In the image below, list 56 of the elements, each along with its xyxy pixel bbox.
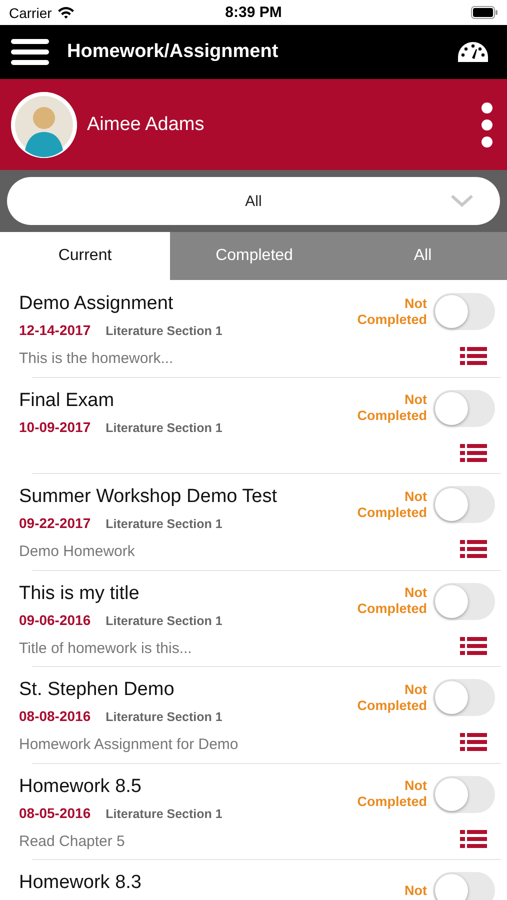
status-label: Not Completed	[356, 296, 427, 328]
status-label: Not Completed	[356, 778, 427, 810]
assignment-title: Homework 8.3	[19, 872, 142, 894]
due-date: 09-22-2017	[19, 515, 91, 531]
assignment-title: Summer Workshop Demo Test	[19, 486, 278, 508]
tab[interactable]: Current	[0, 232, 170, 280]
due-date: 10-09-2017	[19, 418, 91, 434]
section-label: Literature Section 1	[106, 420, 222, 434]
assignment-description: Homework Assignment for Demo	[19, 736, 240, 753]
section-label: Literature Section 1	[106, 806, 222, 820]
assignment-description: Demo Homework	[19, 543, 136, 560]
due-date: 08-08-2016	[19, 708, 91, 724]
completed-toggle[interactable]	[433, 486, 495, 523]
avatar-icon	[11, 92, 77, 158]
section-label: Literature Section 1	[106, 614, 222, 628]
list-icon[interactable]	[460, 733, 487, 751]
screen-title: Homework/Assignment	[67, 41, 280, 63]
gauge-icon[interactable]	[457, 41, 489, 63]
completed-toggle[interactable]	[433, 582, 495, 620]
list-icon[interactable]	[460, 636, 487, 654]
list-icon[interactable]	[460, 444, 487, 462]
section-label: Literature Section 1	[106, 710, 222, 724]
battery-icon	[470, 6, 498, 19]
filter-dropdown[interactable]: All	[7, 177, 500, 225]
student-name: Aimee Adams	[87, 114, 206, 136]
wifi-icon	[56, 6, 75, 19]
section-label: Literature Section 1	[106, 324, 222, 338]
assignment-description: Read Chapter 5	[19, 832, 126, 850]
status-label: Not	[404, 882, 427, 898]
list-icon[interactable]	[460, 540, 487, 558]
assignment-title: Demo Assignment	[19, 293, 174, 315]
assignment-title: Final Exam	[19, 390, 116, 412]
status-label: Not Completed	[356, 488, 427, 520]
assignment-description: Title of homework is this...	[19, 640, 193, 656]
status-label: Not Completed	[356, 585, 427, 617]
status-label: Not Completed	[356, 682, 427, 714]
completed-toggle[interactable]	[433, 679, 495, 716]
more-icon[interactable]	[481, 102, 493, 148]
due-date: 12-14-2017	[19, 322, 91, 338]
due-date: 08-05-2016	[19, 804, 91, 820]
completed-toggle[interactable]	[433, 293, 495, 330]
clock-time: 8:39 PM	[225, 4, 282, 21]
completed-toggle[interactable]	[433, 390, 495, 426]
due-date: 09-06-2016	[19, 612, 91, 628]
list-icon[interactable]	[460, 830, 487, 848]
carrier-label: Carrier	[9, 4, 52, 20]
status-label: Not Completed	[356, 392, 427, 424]
list-icon[interactable]	[460, 347, 487, 365]
menu-icon[interactable]	[11, 39, 49, 65]
assignment-title: This is my title	[19, 582, 140, 604]
assignment-title: St. Stephen Demo	[19, 679, 176, 701]
completed-toggle[interactable]	[433, 776, 495, 812]
section-label: Literature Section 1	[106, 517, 222, 531]
assignment-description: This is the homework...	[19, 350, 174, 367]
completed-toggle[interactable]	[433, 872, 495, 900]
assignment-title: Homework 8.5	[19, 776, 142, 798]
